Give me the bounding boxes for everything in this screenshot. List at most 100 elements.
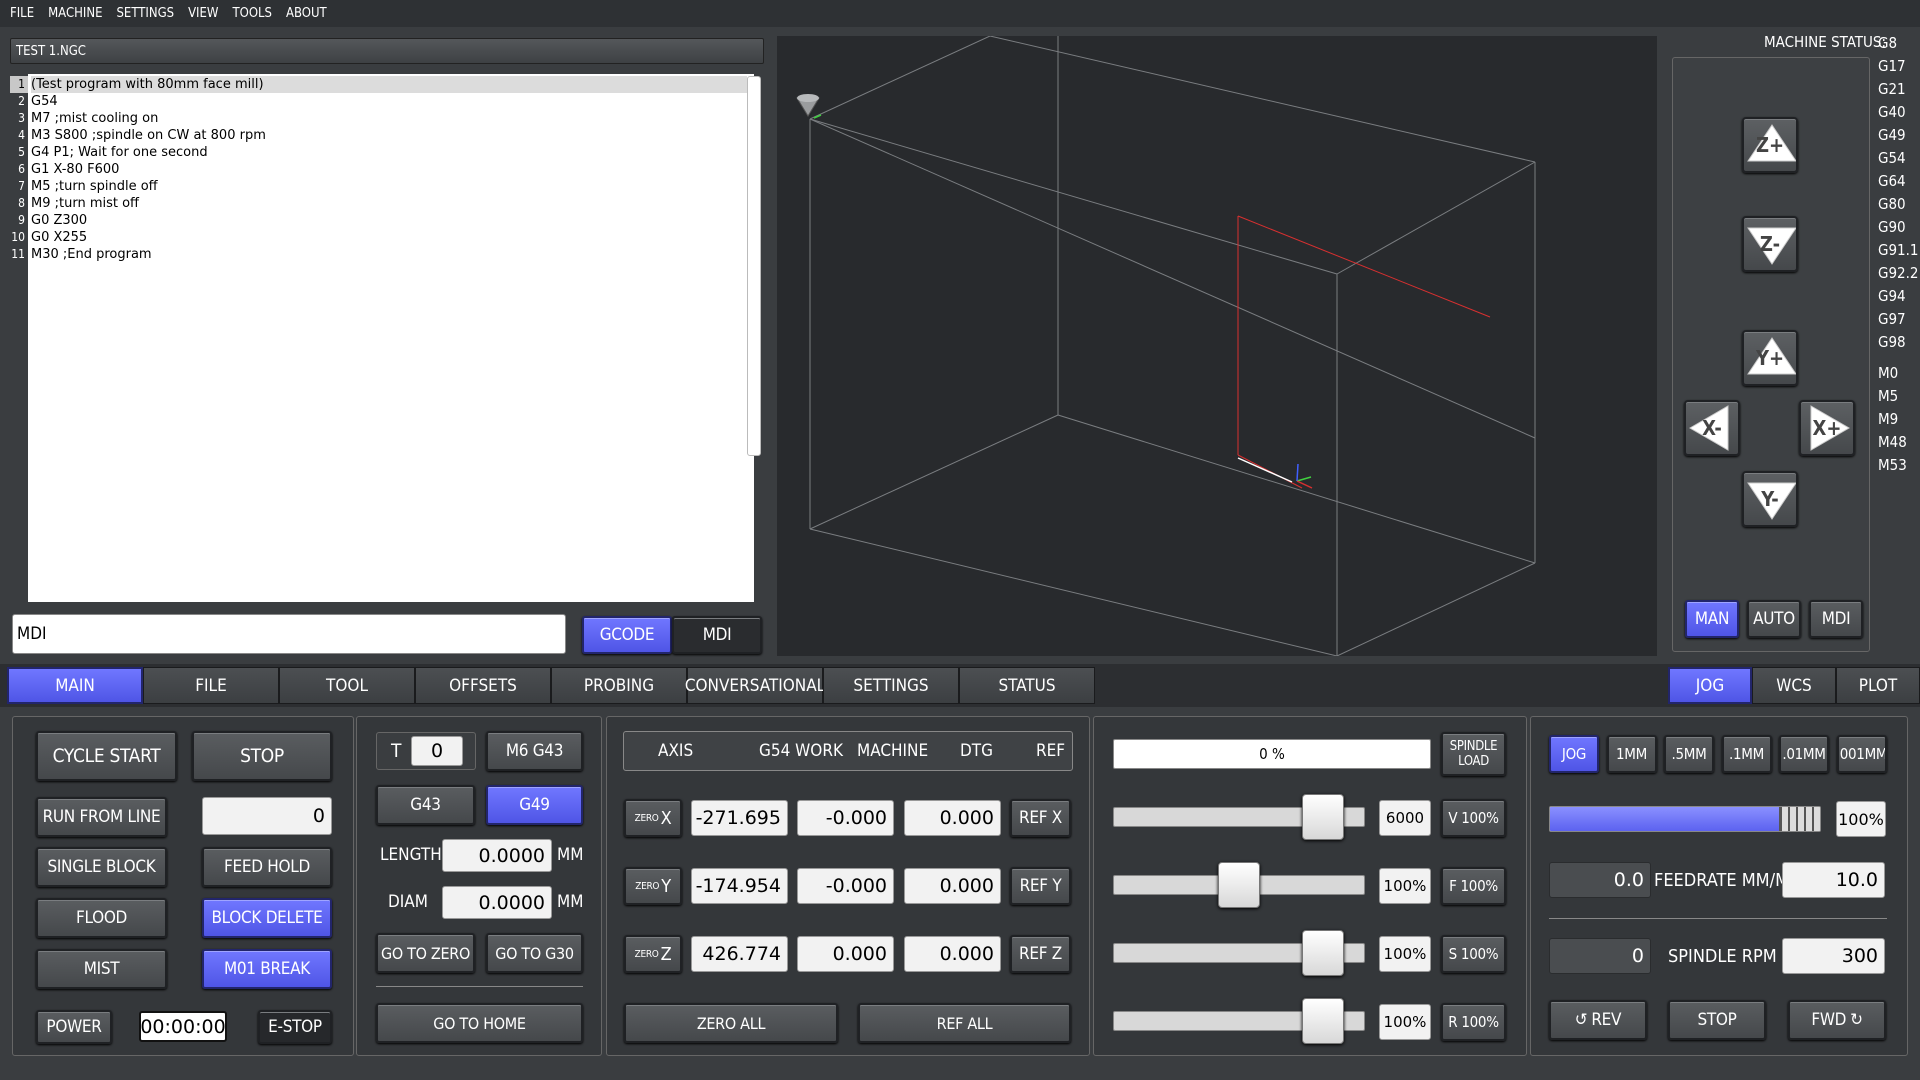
gcode-line[interactable]: M3 S800 ;spindle on CW at 800 rpm (31, 127, 754, 144)
tab-settings[interactable]: SETTINGS (823, 667, 959, 704)
gcode-line[interactable]: M5 ;turn spindle off (31, 178, 754, 195)
tab-conversational[interactable]: CONVERSATIONAL (685, 667, 825, 704)
jog-increment-jog[interactable]: JOG (1549, 735, 1599, 773)
ref-all-button[interactable]: REF ALL (858, 1003, 1071, 1043)
mdi-mode-button[interactable]: MDI (672, 616, 762, 654)
menu-settings[interactable]: SETTINGS (117, 6, 175, 21)
ref-x-button[interactable]: REF X (1010, 799, 1071, 837)
m6-g43-button[interactable]: M6 G43 (486, 731, 583, 771)
mdi-input[interactable]: MDI (12, 614, 566, 654)
spindle-override-reset-button[interactable]: S 100% (1441, 935, 1506, 973)
zero-y-button[interactable]: ZERO Y (624, 867, 682, 905)
feed-override-knob[interactable] (1218, 862, 1260, 908)
velocity-override-knob[interactable] (1302, 794, 1344, 840)
3d-viewport[interactable] (777, 36, 1657, 656)
rapid-override-knob[interactable] (1302, 998, 1344, 1044)
run-from-line-input[interactable]: 0 (202, 797, 332, 835)
gcode-line[interactable]: M7 ;mist cooling on (31, 110, 754, 127)
spindle-forward-button[interactable]: FWD ↻ (1788, 1000, 1886, 1040)
spindle-rpm-input[interactable]: 300 (1782, 938, 1885, 974)
zero-all-button[interactable]: ZERO ALL (624, 1003, 838, 1043)
feed-override-reset-button[interactable]: F 100% (1441, 867, 1506, 905)
jog-y-plus-button[interactable]: Y+ (1742, 330, 1798, 386)
go-to-g30-button[interactable]: GO TO G30 (486, 933, 583, 973)
jog-increment-p001mm[interactable]: .001MM (1836, 735, 1887, 773)
feedrate-set-input[interactable]: 10.0 (1782, 862, 1885, 898)
go-to-zero-button[interactable]: GO TO ZERO (376, 933, 475, 973)
feed-hold-button[interactable]: FEED HOLD (202, 847, 332, 887)
mode-mdi-button[interactable]: MDI (1809, 600, 1863, 638)
gcode-text-area[interactable]: (Test program with 80mm face mill) G54 M7 … (28, 74, 754, 602)
menu-view[interactable]: VIEW (188, 6, 218, 21)
ref-y-button[interactable]: REF Y (1010, 867, 1071, 905)
tool-diam-input[interactable]: 0.0000 (442, 886, 552, 919)
tab-file[interactable]: FILE (143, 667, 279, 704)
e-stop-button[interactable]: E-STOP (258, 1010, 332, 1044)
tab-plot[interactable]: PLOT (1836, 667, 1920, 704)
single-block-button[interactable]: SINGLE BLOCK (36, 847, 167, 887)
jog-increment-p1mm[interactable]: .1MM (1721, 735, 1772, 773)
jog-rate-slider[interactable] (1549, 806, 1821, 832)
spindle-load-button[interactable]: SPINDLE LOAD (1441, 732, 1506, 776)
jog-z-plus-button[interactable]: Z+ (1742, 117, 1798, 173)
jog-increment-1mm[interactable]: 1MM (1606, 735, 1657, 773)
tool-length-input[interactable]: 0.0000 (442, 839, 552, 872)
jog-x-minus-button[interactable]: X- (1684, 400, 1740, 456)
ref-z-button[interactable]: REF Z (1010, 935, 1071, 973)
run-from-line-button[interactable]: RUN FROM LINE (36, 797, 167, 837)
spindle-stop-button[interactable]: STOP (1668, 1000, 1766, 1040)
active-code: M5 (1878, 387, 1899, 405)
gcode-mode-button[interactable]: GCODE (582, 616, 672, 654)
zero-z-button[interactable]: ZERO Z (624, 935, 682, 973)
gcode-line[interactable]: G4 P1; Wait for one second (31, 144, 754, 161)
g43-button[interactable]: G43 (376, 785, 475, 825)
jog-y-minus-button[interactable]: Y- (1742, 471, 1798, 527)
menu-tools[interactable]: TOOLS (232, 6, 272, 21)
tab-status[interactable]: STATUS (959, 667, 1095, 704)
dro-y-dtg: 0.000 (904, 868, 1001, 904)
jog-increment-p5mm[interactable]: .5MM (1664, 735, 1714, 773)
zero-x-button[interactable]: ZERO X (624, 799, 682, 837)
power-button[interactable]: POWER (36, 1010, 112, 1044)
block-delete-button[interactable]: BLOCK DELETE (202, 898, 332, 938)
rapid-override-reset-button[interactable]: R 100% (1441, 1003, 1506, 1041)
tab-wcs[interactable]: WCS (1752, 667, 1836, 704)
gcode-line[interactable]: M30 ;End program (31, 246, 754, 263)
gcode-scrollbar[interactable] (747, 76, 761, 456)
tab-offsets[interactable]: OFFSETS (415, 667, 551, 704)
gcode-line[interactable]: G0 X255 (31, 229, 754, 246)
jog-increment-p01mm[interactable]: .01MM (1779, 735, 1829, 773)
tool-length-label: LENGTH (380, 845, 442, 865)
stop-button[interactable]: STOP (192, 731, 332, 781)
cycle-start-button[interactable]: CYCLE START (36, 731, 177, 781)
spindle-reverse-button[interactable]: ↺ REV (1549, 1000, 1647, 1040)
jog-rate-fill (1550, 807, 1782, 831)
menu-file[interactable]: FILE (10, 6, 34, 21)
menu-about[interactable]: ABOUT (286, 6, 327, 21)
tab-tool[interactable]: TOOL (279, 667, 415, 704)
gcode-line[interactable]: G1 X-80 F600 (31, 161, 754, 178)
tab-probing[interactable]: PROBING (551, 667, 687, 704)
mode-man-button[interactable]: MAN (1685, 600, 1739, 638)
mist-button[interactable]: MIST (36, 949, 167, 989)
gcode-viewer[interactable]: 1 2 3 4 5 6 7 8 9 10 11 (Test program with 80mm fa… (10, 74, 762, 602)
gcode-line[interactable]: G54 (31, 93, 754, 110)
gcode-line[interactable]: (Test program with 80mm face mill) (31, 76, 747, 93)
g49-button[interactable]: G49 (486, 785, 583, 825)
velocity-override-reset-button[interactable]: V 100% (1441, 799, 1506, 837)
go-to-home-button[interactable]: GO TO HOME (376, 1003, 583, 1043)
jog-rate-knob[interactable] (1779, 807, 1820, 831)
menu-machine[interactable]: MACHINE (48, 6, 102, 21)
gcode-line[interactable]: G0 Z300 (31, 212, 754, 229)
gcode-line[interactable]: M9 ;turn mist off (31, 195, 754, 212)
mdi-input-text: MDI (17, 624, 47, 644)
jog-z-minus-button[interactable]: Z- (1742, 216, 1798, 272)
jog-x-plus-button[interactable]: X+ (1799, 400, 1855, 456)
tab-jog[interactable]: JOG (1668, 667, 1752, 704)
m01-break-button[interactable]: M01 BREAK (202, 949, 332, 989)
mode-auto-button[interactable]: AUTO (1747, 600, 1801, 638)
tool-number-input[interactable]: 0 (411, 736, 463, 766)
flood-button[interactable]: FLOOD (36, 898, 167, 938)
tab-main[interactable]: MAIN (7, 667, 143, 704)
spindle-override-knob[interactable] (1302, 930, 1344, 976)
